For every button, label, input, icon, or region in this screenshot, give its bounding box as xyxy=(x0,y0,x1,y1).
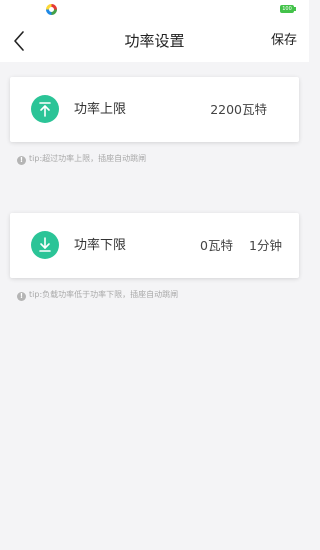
lower-limit-label: 功率下限 xyxy=(74,238,127,253)
info-icon: ! xyxy=(17,156,26,165)
chevron-left-icon[interactable] xyxy=(8,29,32,53)
status-bar: 100 xyxy=(0,0,309,20)
power-lower-limit-card[interactable]: 功率下限 0瓦特 1分钟 xyxy=(10,213,299,278)
lower-limit-tip: ! tip:负载功率低于功率下限，插座自动跳闸 xyxy=(17,288,178,302)
upper-limit-label: 功率上限 xyxy=(74,102,127,117)
arrow-up-to-line-icon xyxy=(31,95,59,123)
lower-limit-tip-text: tip:负载功率低于功率下限，插座自动跳闸 xyxy=(29,290,179,299)
upper-limit-tip-text: tip:超过功率上限，插座自动跳闸 xyxy=(29,154,147,163)
battery-icon: 100 xyxy=(280,5,296,13)
upper-limit-value[interactable]: 2200瓦特 xyxy=(210,77,267,142)
power-upper-limit-card[interactable]: 功率上限 2200瓦特 xyxy=(10,77,299,142)
lower-limit-duration-value[interactable]: 1分钟 xyxy=(249,213,282,278)
nav-bar: 功率设置 保存 xyxy=(0,20,309,62)
battery-level: 100 xyxy=(282,6,292,12)
info-icon: ! xyxy=(17,292,26,301)
upper-limit-tip: ! tip:超过功率上限，插座自动跳闸 xyxy=(17,152,146,166)
page-title: 功率设置 xyxy=(124,32,185,50)
lower-limit-power-value[interactable]: 0瓦特 xyxy=(200,213,233,278)
app-notification-icon xyxy=(46,4,57,15)
arrow-down-to-line-icon xyxy=(31,231,59,259)
save-button[interactable]: 保存 xyxy=(271,20,297,62)
